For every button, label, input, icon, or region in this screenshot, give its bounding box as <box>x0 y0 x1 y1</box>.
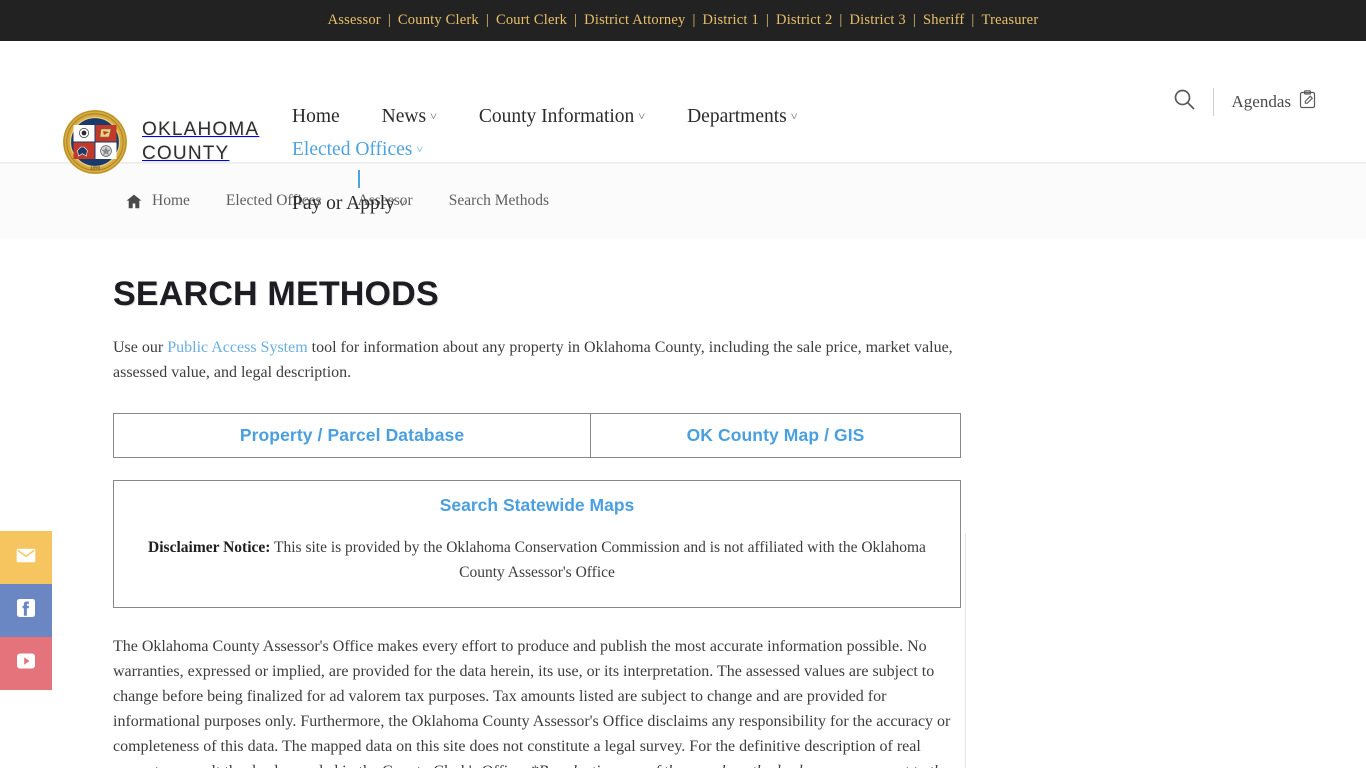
topbar-separator: | <box>765 12 770 28</box>
disclaimer-notice-label: Disclaimer Notice: <box>148 539 271 556</box>
public-access-system-link[interactable]: Public Access System <box>167 339 307 356</box>
topbar-separator: | <box>839 12 843 28</box>
table-row: Property / Parcel Database OK County Map… <box>113 413 961 458</box>
topbar-link-court-clerk[interactable]: Court Clerk <box>496 12 567 29</box>
topbar-link-district-1[interactable]: District 1 <box>703 12 759 29</box>
top-utility-links: Assessor | County Clerk | Court Clerk | Distri… <box>328 12 1039 29</box>
site-header: 1890 OKLAHOMA COUNTY Home News ˅ County Inf… <box>0 41 1366 214</box>
oklahoma-county-seal-icon: 1890 <box>62 109 128 175</box>
nav-item-elected-offices[interactable]: Elected Offices ˅ <box>292 134 424 188</box>
content-sidebar-divider <box>965 533 966 768</box>
social-sidebar <box>0 531 52 690</box>
parcel-database-cell[interactable]: Property / Parcel Database <box>113 413 591 458</box>
agendas-link[interactable]: Agendas <box>1231 89 1316 114</box>
svg-text:1890: 1890 <box>90 167 101 172</box>
facebook-icon <box>16 598 36 623</box>
nav-item-home[interactable]: Home <box>292 101 340 133</box>
topbar-link-district-2[interactable]: District 2 <box>776 12 832 29</box>
long-disclaimer-plain: The Oklahoma County Assessor's Office ma… <box>113 638 951 768</box>
disclaimer-notice-body: This site is provided by the Oklahoma Co… <box>270 539 926 581</box>
search-icon <box>1173 88 1195 115</box>
search-links-table: Property / Parcel Database OK County Map… <box>113 413 961 458</box>
page-title: SEARCH METHODS <box>113 275 439 313</box>
site-logo-link[interactable]: 1890 OKLAHOMA COUNTY <box>62 109 259 175</box>
agendas-label: Agendas <box>1231 91 1291 111</box>
topbar-separator: | <box>971 12 975 28</box>
property-parcel-database-link[interactable]: Property / Parcel Database <box>240 425 464 445</box>
topbar-link-assessor[interactable]: Assessor <box>328 12 381 29</box>
nav-item-label: News <box>381 106 427 127</box>
statewide-maps-table: Search Statewide Maps Disclaimer Notice:… <box>113 480 961 608</box>
table-row: Search Statewide Maps Disclaimer Notice:… <box>113 480 961 608</box>
chevron-down-icon: ˅ <box>430 109 437 123</box>
nav-item-label: Home <box>292 106 340 127</box>
nav-item-news[interactable]: News ˅ <box>382 101 437 134</box>
page-body: SEARCH METHODS Use our Public Access Sys… <box>0 238 1366 768</box>
home-icon <box>126 194 142 209</box>
topbar-link-district-attorney[interactable]: District Attorney <box>584 12 685 29</box>
nav-item-label: Pay or Apply <box>292 193 395 214</box>
top-utility-bar: Assessor | County Clerk | Court Clerk | Distri… <box>0 0 1366 41</box>
intro-text-before: Use our <box>113 339 168 356</box>
nav-item-county-information[interactable]: County Information ˅ <box>479 101 645 134</box>
long-disclaimer-italic: *By selecting one of the search methods … <box>530 763 948 768</box>
topbar-link-district-3[interactable]: District 3 <box>850 12 906 29</box>
statewide-maps-cell: Search Statewide Maps Disclaimer Notice:… <box>113 480 961 608</box>
topbar-link-sheriff[interactable]: Sheriff <box>923 12 964 29</box>
topbar-separator: | <box>574 12 578 28</box>
chevron-down-icon: ˅ <box>398 196 406 210</box>
brand-line-1: OKLAHOMA <box>142 118 260 140</box>
youtube-icon <box>15 652 37 675</box>
topbar-separator: | <box>912 12 916 28</box>
main-content: SEARCH METHODS Use our Public Access Sys… <box>113 275 961 768</box>
topbar-link-treasurer[interactable]: Treasurer <box>982 12 1039 29</box>
ok-county-map-gis-link[interactable]: OK County Map / GIS <box>687 425 865 445</box>
header-utilities: Agendas <box>1167 85 1316 119</box>
brand-line-2: COUNTY <box>142 143 230 164</box>
clipboard-edit-icon <box>1299 89 1316 114</box>
topbar-separator: | <box>485 12 489 28</box>
search-statewide-maps-link[interactable]: Search Statewide Maps <box>132 495 942 516</box>
topbar-separator: | <box>692 12 696 28</box>
nav-row-secondary: Pay or Apply ˅ <box>292 188 992 221</box>
youtube-share-button[interactable] <box>0 637 52 690</box>
disclaimer-notice-text: Disclaimer Notice: This site is provided… <box>148 539 926 581</box>
nav-item-pay-or-apply[interactable]: Pay or Apply ˅ <box>292 188 406 221</box>
brand-name: OKLAHOMA COUNTY <box>142 118 259 166</box>
nav-item-departments[interactable]: Departments ˅ <box>687 101 797 134</box>
topbar-link-county-clerk[interactable]: County Clerk <box>398 12 479 29</box>
nav-item-label: County Information <box>478 106 635 127</box>
nav-item-label: Departments <box>687 106 787 127</box>
intro-paragraph: Use our Public Access System tool for in… <box>113 335 961 385</box>
chevron-down-icon: ˅ <box>790 109 798 123</box>
email-share-button[interactable] <box>0 531 52 584</box>
header-divider <box>1212 87 1214 116</box>
topbar-separator: | <box>387 12 391 28</box>
search-button[interactable] <box>1167 85 1201 119</box>
main-navigation: Home News ˅ County Information ˅ Departments ˅… <box>292 101 992 221</box>
facebook-share-button[interactable] <box>0 584 52 637</box>
nav-item-label: Elected Offices <box>292 139 413 160</box>
long-disclaimer-paragraph: The Oklahoma County Assessor's Office ma… <box>113 634 961 768</box>
nav-row-primary: Home News ˅ County Information ˅ Departments ˅… <box>292 101 992 188</box>
breadcrumb-item-home[interactable]: Home <box>152 192 190 210</box>
chevron-down-icon: ˅ <box>416 142 424 156</box>
envelope-icon <box>16 548 36 568</box>
chevron-down-icon: ˅ <box>638 109 646 123</box>
gis-map-cell[interactable]: OK County Map / GIS <box>590 413 961 458</box>
active-nav-indicator <box>357 170 360 188</box>
